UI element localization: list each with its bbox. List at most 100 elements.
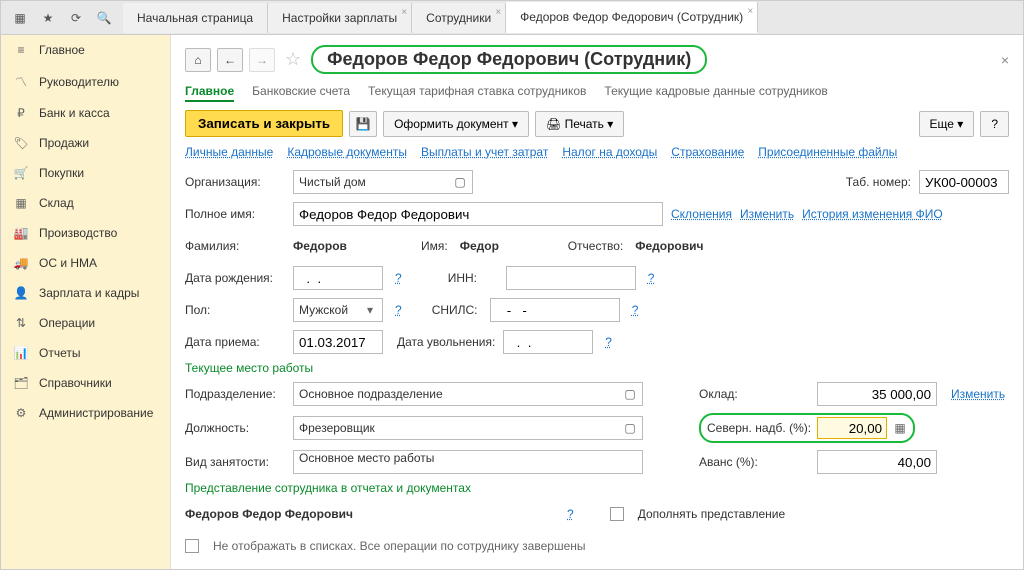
sex-select[interactable]: Мужской▾ xyxy=(293,298,383,322)
label-patronymic: Отчество: xyxy=(568,239,624,253)
open-icon[interactable]: ▢ xyxy=(623,387,637,401)
label-inn: ИНН: xyxy=(448,271,498,285)
tag-icon: 🏷 xyxy=(13,136,29,150)
close-button[interactable]: × xyxy=(1001,52,1009,68)
sidebar-item-bank[interactable]: ₽Банк и касса xyxy=(1,98,170,128)
sidebar-item-production[interactable]: 🏭Производство xyxy=(1,218,170,248)
label-employment: Вид занятости: xyxy=(185,455,285,469)
supplement-checkbox[interactable] xyxy=(610,507,624,521)
back-button[interactable]: ← xyxy=(217,48,243,72)
label-position: Должность: xyxy=(185,421,285,435)
open-icon[interactable]: ▢ xyxy=(453,175,467,189)
tab-payroll-settings[interactable]: Настройки зарплаты× xyxy=(268,3,412,33)
inn-help[interactable]: ? xyxy=(648,271,655,285)
label-dob: Дата рождения: xyxy=(185,271,285,285)
link-edit-name[interactable]: Изменить xyxy=(740,207,794,221)
save-close-button[interactable]: Записать и закрыть xyxy=(185,110,343,137)
sidebar-item-reports[interactable]: 📊Отчеты xyxy=(1,338,170,368)
subtab-bank[interactable]: Банковские счета xyxy=(252,82,350,102)
salary-input[interactable] xyxy=(817,382,937,406)
more-button[interactable]: Еще ▾ xyxy=(919,111,975,137)
label-department: Подразделение: xyxy=(185,387,285,401)
dob-input[interactable] xyxy=(293,266,383,290)
forward-button[interactable]: → xyxy=(249,48,275,72)
link-hr-docs[interactable]: Кадровые документы xyxy=(287,145,407,159)
sidebar-item-assets[interactable]: 🚚ОС и НМА xyxy=(1,248,170,278)
link-insurance[interactable]: Страхование xyxy=(671,145,744,159)
close-icon[interactable]: × xyxy=(747,6,753,17)
sidebar-item-references[interactable]: 🗂Справочники xyxy=(1,368,170,398)
label-advance: Аванс (%): xyxy=(699,455,809,469)
label-snils: СНИЛС: xyxy=(432,303,482,317)
label-tabno: Таб. номер: xyxy=(846,175,911,189)
label-lastname: Фамилия: xyxy=(185,239,285,253)
home-button[interactable]: ⌂ xyxy=(185,48,211,72)
sidebar-item-purchases[interactable]: 🛒Покупки xyxy=(1,158,170,188)
history-icon[interactable]: ⟳ xyxy=(67,9,85,27)
sidebar-item-operations[interactable]: ⇅Операции xyxy=(1,308,170,338)
tab-employees[interactable]: Сотрудники× xyxy=(412,3,506,33)
link-name-history[interactable]: История изменения ФИО xyxy=(802,207,943,221)
org-input[interactable]: Чистый дом▢ xyxy=(293,170,473,194)
inn-input[interactable] xyxy=(506,266,636,290)
hire-date-input[interactable] xyxy=(293,330,383,354)
repr-help[interactable]: ? xyxy=(567,507,574,521)
label-fullname: Полное имя: xyxy=(185,207,285,221)
advance-input[interactable] xyxy=(817,450,937,474)
sidebar-item-main[interactable]: ≡Главное xyxy=(1,35,170,65)
sidebar-item-manager[interactable]: 〽Руководителю xyxy=(1,65,170,98)
factory-icon: 🏭 xyxy=(13,226,29,240)
tab-home[interactable]: Начальная страница xyxy=(123,3,268,33)
close-icon[interactable]: × xyxy=(401,7,407,18)
link-edit-salary[interactable]: Изменить xyxy=(951,387,1005,401)
hide-checkbox[interactable] xyxy=(185,539,199,553)
position-input[interactable]: Фрезеровщик▢ xyxy=(293,416,643,440)
sex-help[interactable]: ? xyxy=(395,303,402,317)
print-button[interactable]: 🖨 Печать ▾ xyxy=(535,111,624,137)
label-sex: Пол: xyxy=(185,303,285,317)
link-personal[interactable]: Личные данные xyxy=(185,145,273,159)
link-payments[interactable]: Выплаты и учет затрат xyxy=(421,145,548,159)
save-button[interactable]: 💾 xyxy=(349,111,377,137)
label-north: Северн. надб. (%): xyxy=(707,421,811,435)
folder-icon: 🗂 xyxy=(13,376,29,390)
sidebar-item-sales[interactable]: 🏷Продажи xyxy=(1,128,170,158)
snils-help[interactable]: ? xyxy=(632,303,639,317)
north-input[interactable] xyxy=(817,417,887,439)
apps-icon[interactable]: ▦ xyxy=(11,9,29,27)
label-name: Имя: xyxy=(421,239,448,253)
fire-date-input[interactable] xyxy=(503,330,593,354)
value-lastname: Федоров xyxy=(293,239,413,253)
cart-icon: 🛒 xyxy=(13,166,29,180)
sidebar-item-admin[interactable]: ⚙Администрирование xyxy=(1,398,170,428)
subtab-main[interactable]: Главное xyxy=(185,82,234,102)
report-icon: 📊 xyxy=(13,346,29,360)
help-button[interactable]: ? xyxy=(980,111,1009,137)
calc-icon[interactable]: ▦ xyxy=(893,421,907,435)
open-icon[interactable]: ▢ xyxy=(623,421,637,435)
tabno-input[interactable] xyxy=(919,170,1009,194)
employment-input[interactable]: Основное место работы xyxy=(293,450,643,474)
create-document-button[interactable]: Оформить документ ▾ xyxy=(383,111,529,137)
chevron-down-icon[interactable]: ▾ xyxy=(363,303,377,317)
fire-help[interactable]: ? xyxy=(605,335,612,349)
sidebar-item-warehouse[interactable]: ▦Склад xyxy=(1,188,170,218)
link-tax[interactable]: Налог на доходы xyxy=(562,145,657,159)
link-files[interactable]: Присоединенные файлы xyxy=(758,145,897,159)
fullname-input[interactable] xyxy=(293,202,663,226)
gear-icon: ⚙ xyxy=(13,406,29,420)
close-icon[interactable]: × xyxy=(495,7,501,18)
tab-employee-card[interactable]: Федоров Федор Федорович (Сотрудник)× xyxy=(506,2,758,33)
box-icon: ▦ xyxy=(13,196,29,210)
subtab-rate[interactable]: Текущая тарифная ставка сотрудников xyxy=(368,82,586,102)
link-declensions[interactable]: Склонения xyxy=(671,207,732,221)
department-input[interactable]: Основное подразделение▢ xyxy=(293,382,643,406)
subtab-hr[interactable]: Текущие кадровые данные сотрудников xyxy=(604,82,827,102)
snils-input[interactable] xyxy=(490,298,620,322)
search-icon[interactable]: 🔍 xyxy=(95,9,113,27)
top-tab-bar: ▦ ★ ⟳ 🔍 Начальная страница Настройки зар… xyxy=(1,1,1023,35)
star-icon[interactable]: ★ xyxy=(39,9,57,27)
dob-help[interactable]: ? xyxy=(395,271,402,285)
favorite-icon[interactable]: ☆ xyxy=(285,49,301,70)
sidebar-item-payroll[interactable]: 👤Зарплата и кадры xyxy=(1,278,170,308)
